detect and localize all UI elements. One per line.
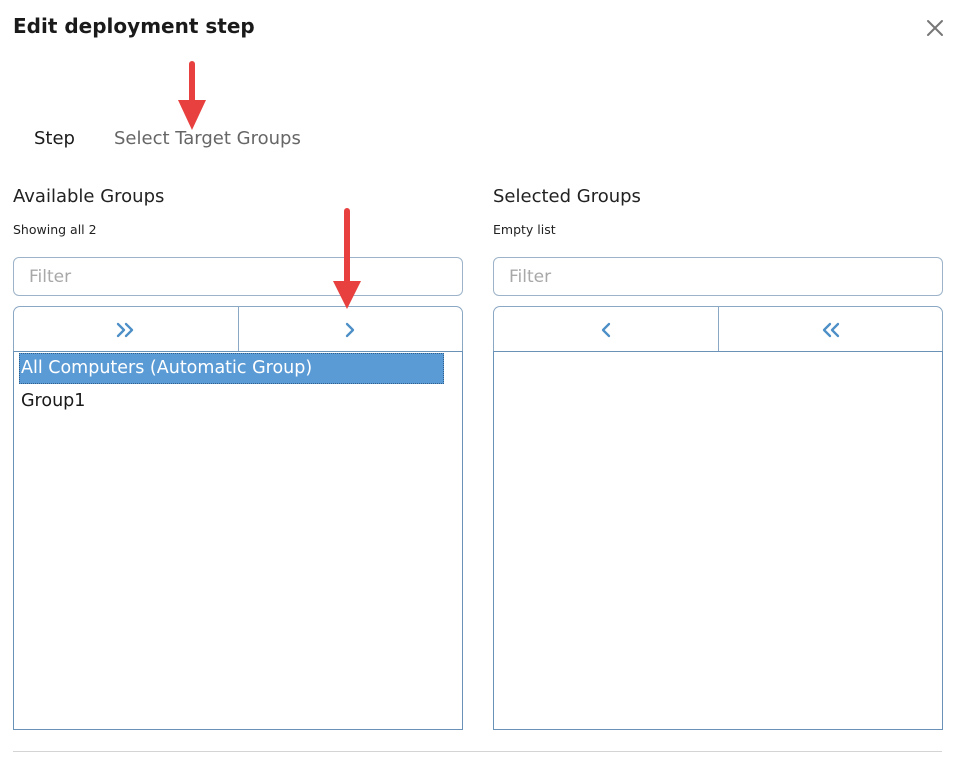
chevron-left-icon bbox=[601, 322, 610, 337]
selected-filter-input[interactable] bbox=[493, 257, 943, 296]
available-groups-title: Available Groups bbox=[13, 186, 165, 207]
dialog-title: Edit deployment step bbox=[13, 14, 255, 38]
move-selected-left-button[interactable] bbox=[494, 307, 718, 352]
tab-select-target-groups[interactable]: Select Target Groups bbox=[114, 128, 301, 149]
selected-groups-status: Empty list bbox=[493, 222, 556, 237]
selected-groups-title: Selected Groups bbox=[493, 186, 641, 207]
list-item[interactable]: Group1 bbox=[19, 386, 85, 417]
annotation-arrow-icon bbox=[333, 208, 361, 309]
footer-divider bbox=[13, 751, 942, 752]
tab-bar: Step Select Target Groups bbox=[0, 128, 400, 160]
move-all-right-button[interactable] bbox=[14, 307, 238, 352]
available-move-buttons bbox=[13, 306, 463, 352]
annotation-arrow-icon bbox=[178, 61, 206, 130]
tab-step[interactable]: Step bbox=[34, 128, 75, 149]
available-groups-list[interactable]: All Computers (Automatic Group) Group1 bbox=[13, 351, 463, 730]
selected-move-buttons bbox=[493, 306, 943, 352]
selected-groups-list[interactable] bbox=[493, 351, 943, 730]
move-all-left-button[interactable] bbox=[717, 307, 943, 352]
list-item[interactable]: All Computers (Automatic Group) bbox=[19, 353, 444, 384]
double-chevron-left-icon bbox=[823, 322, 840, 337]
chevron-right-icon bbox=[346, 322, 355, 337]
double-chevron-right-icon bbox=[116, 322, 133, 337]
available-filter-input[interactable] bbox=[13, 257, 463, 296]
close-icon[interactable] bbox=[924, 17, 946, 39]
available-groups-status: Showing all 2 bbox=[13, 222, 97, 237]
move-selected-right-button[interactable] bbox=[237, 307, 463, 352]
